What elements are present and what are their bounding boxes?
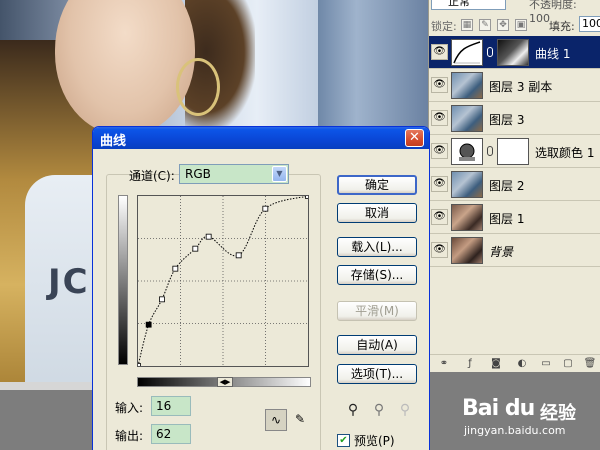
curve-control-point[interactable] <box>205 233 212 240</box>
output-field[interactable]: 62 <box>151 424 191 444</box>
trash-icon[interactable]: 🗑 <box>583 357 597 370</box>
curve-control-point[interactable] <box>172 265 179 272</box>
baidu-logo: Bai du <box>462 396 535 421</box>
chain-link-icon[interactable] <box>487 146 493 156</box>
curve-control-point-selected[interactable] <box>145 321 152 328</box>
gradient-toggle-icon[interactable]: ◀▶ <box>217 377 233 387</box>
eye-icon[interactable]: 👁 <box>431 176 448 192</box>
eye-icon[interactable]: 👁 <box>431 209 448 225</box>
layer-row-layer3-copy[interactable]: 👁 图层 3 副本 <box>429 69 600 102</box>
lock-label: 锁定: <box>431 20 457 33</box>
input-label: 输入: <box>115 401 144 415</box>
chevron-down-icon[interactable]: ▼ <box>272 166 287 182</box>
close-button[interactable]: ✕ <box>405 129 424 147</box>
auto-button[interactable]: 自动(A) <box>337 335 417 355</box>
layer-name: 图层 1 <box>489 212 525 226</box>
layer-thumbnail <box>451 72 483 99</box>
ok-button[interactable]: 确定 <box>337 175 417 195</box>
layer-mask-thumbnail <box>497 138 529 165</box>
layer-name: 选取颜色 1 <box>535 146 595 160</box>
white-eyedropper-icon[interactable]: ⚲ <box>397 401 413 419</box>
lock-pixels-icon[interactable]: ✎ <box>479 19 491 31</box>
curves-dialog: 曲线 ✕ 通道(C): RGB ▼ ◀▶ 输入: 16 输出: 62 ∿ ✎ 确… <box>92 126 430 450</box>
layer-name: 曲线 1 <box>535 47 571 61</box>
curve-control-point[interactable] <box>262 205 269 212</box>
eye-icon[interactable]: 👁 <box>431 77 448 93</box>
pencil-icon[interactable]: ✎ <box>289 409 311 431</box>
preview-label[interactable]: 预览(P) <box>354 432 395 449</box>
lock-all-icon[interactable]: ▣ <box>515 19 527 31</box>
dialog-title: 曲线 <box>100 134 127 149</box>
curve-control-point[interactable] <box>305 196 309 199</box>
curves-adjustment-thumbnail <box>451 39 483 66</box>
fill-label: 填充: <box>549 20 575 33</box>
chain-link-icon[interactable] <box>487 47 493 57</box>
curve-control-point[interactable] <box>192 245 199 252</box>
layer-row-layer1[interactable]: 👁 图层 1 <box>429 201 600 234</box>
watermark-url: jingyan.baidu.com <box>464 424 566 437</box>
adjustment-layer-icon[interactable]: ◐ <box>515 357 529 370</box>
baidu-jingyan-logo: 经验 <box>540 403 576 424</box>
layer-thumbnail <box>451 105 483 132</box>
layers-bottom-toolbar: ⚭ ƒ ◙ ◐ ▭ ▢ 🗑 <box>429 354 600 372</box>
eye-icon[interactable]: 👁 <box>431 110 448 126</box>
eye-icon[interactable]: 👁 <box>431 242 448 258</box>
layer-name: 背景 <box>489 245 514 259</box>
layer-row-selective-color-1[interactable]: 👁 选取颜色 1 <box>429 135 600 168</box>
selective-color-adjustment-thumbnail <box>451 138 483 165</box>
layer-style-icon[interactable]: ƒ <box>463 357 477 370</box>
layer-row-curves-1[interactable]: 👁 曲线 1 <box>429 36 600 69</box>
blend-mode-select[interactable]: 正常 <box>431 0 506 10</box>
curve-svg[interactable] <box>138 196 308 366</box>
layers-top-row: 正常 不透明度: 100 <box>429 0 600 25</box>
layer-thumbnail <box>451 171 483 198</box>
curve-control-point[interactable] <box>159 296 165 303</box>
layers-panel: 正常 不透明度: 100 锁定: ▦ ✎ ✥ ▣ 填充: 100 👁 曲线 1 … <box>428 0 600 372</box>
dialog-titlebar[interactable]: 曲线 ✕ <box>93 127 429 149</box>
baidu-watermark: Bai du 经验 jingyan.baidu.com <box>462 396 592 446</box>
save-button[interactable]: 存储(S)... <box>337 265 417 285</box>
preview-checkbox[interactable]: ✔ <box>337 434 350 447</box>
layer-mask-thumbnail <box>497 39 529 66</box>
curve-graph[interactable] <box>137 195 309 367</box>
output-label: 输出: <box>115 429 144 443</box>
channel-select[interactable]: RGB ▼ <box>179 164 289 184</box>
channel-value: RGB <box>185 167 211 181</box>
layer-row-layer2[interactable]: 👁 图层 2 <box>429 168 600 201</box>
eye-icon[interactable]: 👁 <box>431 143 448 159</box>
lock-position-icon[interactable]: ✥ <box>497 19 509 31</box>
curve-control-point[interactable] <box>138 363 141 367</box>
input-field[interactable]: 16 <box>151 396 191 416</box>
layer-name: 图层 2 <box>489 179 525 193</box>
add-mask-icon[interactable]: ◙ <box>489 357 503 370</box>
layer-row-layer3[interactable]: 👁 图层 3 <box>429 102 600 135</box>
layer-name: 图层 3 副本 <box>489 80 553 94</box>
link-layers-icon[interactable]: ⚭ <box>437 357 451 370</box>
layer-thumbnail <box>451 237 483 264</box>
smooth-button[interactable]: 平滑(M) <box>337 301 417 321</box>
options-button[interactable]: 选项(T)... <box>337 364 417 384</box>
layer-name: 图层 3 <box>489 113 525 127</box>
layer-thumbnail <box>451 204 483 231</box>
new-group-icon[interactable]: ▭ <box>539 357 553 370</box>
earring-right <box>176 58 220 116</box>
fill-input[interactable]: 100 <box>579 16 600 32</box>
black-eyedropper-icon[interactable]: ⚲ <box>345 401 361 419</box>
lock-transparency-icon[interactable]: ▦ <box>461 19 473 31</box>
curve-control-point[interactable] <box>235 252 242 259</box>
gray-eyedropper-icon[interactable]: ⚲ <box>371 401 387 419</box>
curve-tool-icon[interactable]: ∿ <box>265 409 287 431</box>
shirt-print: JC <box>48 262 90 302</box>
layer-row-background[interactable]: 👁 背景 <box>429 234 600 267</box>
channel-label: 通道(C): <box>129 169 175 183</box>
new-layer-icon[interactable]: ▢ <box>561 357 575 370</box>
output-gradient-bar <box>118 195 128 365</box>
cancel-button[interactable]: 取消 <box>337 203 417 223</box>
load-button[interactable]: 载入(L)... <box>337 237 417 257</box>
lock-row: 锁定: ▦ ✎ ✥ ▣ 填充: 100 <box>429 14 600 36</box>
eye-icon[interactable]: 👁 <box>431 44 448 60</box>
